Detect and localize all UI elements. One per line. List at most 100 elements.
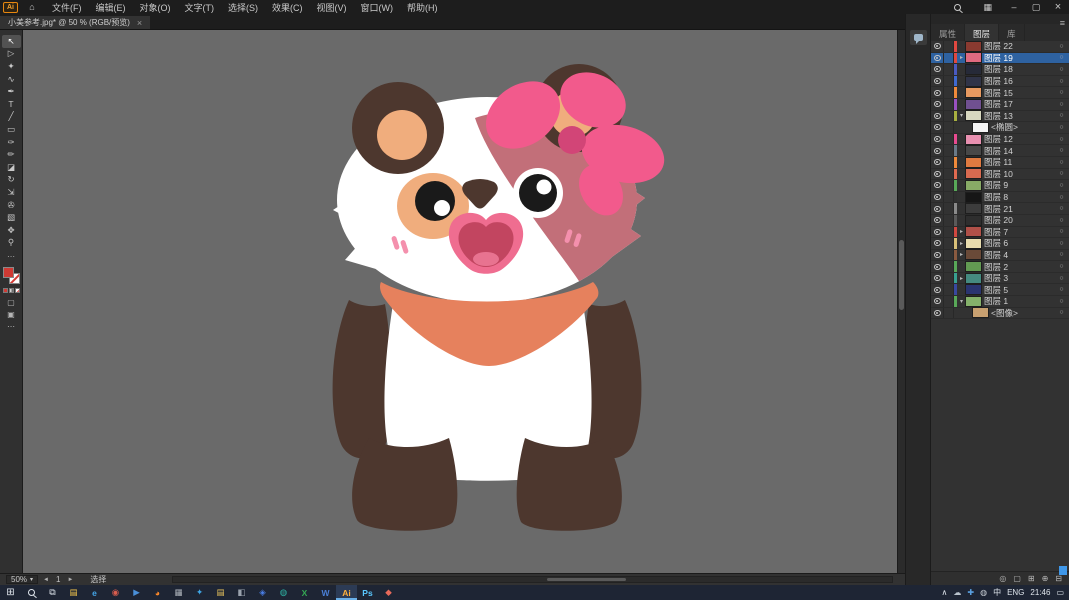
panda-right-eye[interactable]: [519, 174, 557, 212]
layer-row[interactable]: 图层 10 ○: [931, 168, 1069, 181]
clock[interactable]: 21:46: [1030, 588, 1050, 597]
layer-target-icon[interactable]: ○: [1054, 147, 1069, 154]
properties-tab[interactable]: 属性: [931, 24, 966, 41]
lock-toggle[interactable]: [944, 296, 954, 307]
update-icon[interactable]: ◍: [980, 588, 987, 597]
layer-target-icon[interactable]: ○: [1054, 182, 1069, 189]
ime-indicator[interactable]: 中: [993, 587, 1001, 598]
layer-name[interactable]: 图层 13: [984, 110, 1054, 122]
menu-item[interactable]: 窗口(W): [354, 1, 401, 14]
libraries-tab[interactable]: 库: [999, 24, 1025, 41]
taskbar-folder[interactable]: ▤: [210, 585, 231, 600]
panda-tongue[interactable]: [473, 252, 499, 266]
tray-chevron-icon[interactable]: ∧: [942, 588, 948, 597]
layer-target-icon[interactable]: ○: [1054, 298, 1069, 305]
layer-row[interactable]: 图层 2 ○: [931, 261, 1069, 273]
taskbar-photoshop[interactable]: Ps: [357, 585, 378, 600]
layer-target-icon[interactable]: ○: [1054, 89, 1069, 96]
vertical-scrollbar-thumb[interactable]: [899, 240, 904, 310]
visibility-toggle[interactable]: [931, 168, 944, 180]
new-layer-icon[interactable]: ⊕: [1042, 574, 1049, 583]
layer-row[interactable]: ▸ 图层 6 ○: [931, 237, 1069, 250]
visibility-toggle[interactable]: [931, 249, 944, 261]
scale-tool[interactable]: ⇲: [2, 186, 21, 199]
layer-target-icon[interactable]: ○: [1054, 112, 1069, 119]
layer-row[interactable]: ▾ 图层 13 ○: [931, 110, 1069, 123]
clip-mask-icon[interactable]: ▢: [1013, 574, 1021, 583]
lock-toggle[interactable]: [944, 110, 954, 122]
taskbar-app-7[interactable]: ✦: [189, 585, 210, 600]
rotate-tool[interactable]: ↻: [2, 174, 21, 187]
lock-toggle[interactable]: [944, 122, 954, 133]
bow-center[interactable]: [558, 126, 586, 154]
taskbar-excel[interactable]: X: [294, 585, 315, 600]
lock-toggle[interactable]: [944, 249, 954, 261]
locate-object-icon[interactable]: ◎: [999, 574, 1006, 583]
taskbar-word[interactable]: W: [315, 585, 336, 600]
layer-target-icon[interactable]: ○: [1054, 228, 1069, 235]
menu-item[interactable]: 视图(V): [310, 1, 354, 14]
lasso-tool[interactable]: ∿: [2, 73, 21, 86]
toolbar-overflow-icon[interactable]: ⋯: [7, 322, 15, 331]
menu-item[interactable]: 编辑(E): [89, 1, 133, 14]
layer-target-icon[interactable]: ○: [1054, 43, 1069, 50]
layer-row[interactable]: ▸ 图层 4 ○: [931, 249, 1069, 262]
layers-tab[interactable]: 图层: [965, 24, 1000, 41]
taskbar-chrome[interactable]: ◉: [105, 585, 126, 600]
layer-target-icon[interactable]: ○: [1054, 263, 1069, 270]
minimize-button[interactable]: –: [1003, 0, 1025, 14]
visibility-toggle[interactable]: [931, 226, 944, 238]
document-tab[interactable]: 小美参考.jpg* @ 50 % (RGB/预览) ×: [0, 16, 151, 29]
layer-name[interactable]: 图层 3: [984, 272, 1054, 284]
taskbar-photos[interactable]: ◈: [252, 585, 273, 600]
selection-tool[interactable]: ↖: [1, 35, 21, 48]
pencil-tool[interactable]: ✏: [2, 148, 21, 161]
layer-expand-arrow[interactable]: ▸: [957, 240, 966, 247]
workspace-switcher-icon[interactable]: ▦: [983, 2, 992, 13]
fill-swatch[interactable]: [2, 266, 14, 278]
layer-row[interactable]: 图层 17 ○: [931, 98, 1069, 111]
artwork-panda[interactable]: [23, 30, 905, 573]
notification-center-icon[interactable]: ▭: [1056, 588, 1064, 597]
layer-target-icon[interactable]: ○: [1054, 251, 1069, 258]
menu-item[interactable]: 帮助(H): [400, 1, 445, 14]
task-view-icon[interactable]: ⧉: [42, 585, 63, 600]
layer-name[interactable]: 图层 8: [984, 191, 1054, 203]
panda-left-eye[interactable]: [415, 181, 455, 221]
layer-name[interactable]: 图层 6: [984, 237, 1054, 249]
layer-name[interactable]: 图层 15: [984, 87, 1054, 99]
lock-toggle[interactable]: [944, 133, 954, 145]
pen-tool[interactable]: ✒: [2, 85, 21, 98]
layer-row[interactable]: 图层 14 ○: [931, 145, 1069, 157]
visibility-toggle[interactable]: [931, 214, 944, 226]
lock-toggle[interactable]: [944, 41, 954, 52]
eyedropper-tool[interactable]: ✇: [2, 199, 21, 212]
layer-target-icon[interactable]: ○: [1054, 54, 1069, 61]
lock-toggle[interactable]: [944, 98, 954, 110]
color-button[interactable]: [2, 287, 8, 293]
vertical-scrollbar[interactable]: [897, 30, 905, 573]
layer-name[interactable]: 图层 20: [984, 214, 1054, 226]
eraser-tool[interactable]: ◪: [2, 161, 21, 174]
visibility-toggle[interactable]: [931, 145, 944, 156]
lock-toggle[interactable]: [944, 272, 954, 284]
menu-item[interactable]: 文件(F): [45, 1, 89, 14]
layer-row[interactable]: 图层 21 ○: [931, 203, 1069, 215]
visibility-toggle[interactable]: [931, 307, 944, 319]
layer-target-icon[interactable]: ○: [1054, 101, 1069, 108]
layer-row[interactable]: 图层 5 ○: [931, 284, 1069, 297]
lock-toggle[interactable]: [944, 226, 954, 238]
layer-expand-arrow[interactable]: ▸: [957, 275, 966, 282]
panda-left-ear-inner[interactable]: [377, 110, 427, 160]
layer-name[interactable]: 图层 16: [984, 75, 1054, 87]
lock-toggle[interactable]: [944, 180, 954, 191]
layer-row[interactable]: ▸ 图层 19 ○: [931, 52, 1069, 65]
lock-toggle[interactable]: [944, 64, 954, 75]
layer-name[interactable]: 图层 7: [984, 226, 1054, 238]
layer-name[interactable]: 图层 11: [984, 156, 1054, 168]
visibility-toggle[interactable]: [931, 122, 944, 133]
layer-target-icon[interactable]: ○: [1054, 240, 1069, 247]
layer-row[interactable]: 图层 16 ○: [931, 75, 1069, 88]
lock-toggle[interactable]: [944, 145, 954, 156]
layer-row[interactable]: ▾ 图层 1 ○: [931, 295, 1069, 308]
